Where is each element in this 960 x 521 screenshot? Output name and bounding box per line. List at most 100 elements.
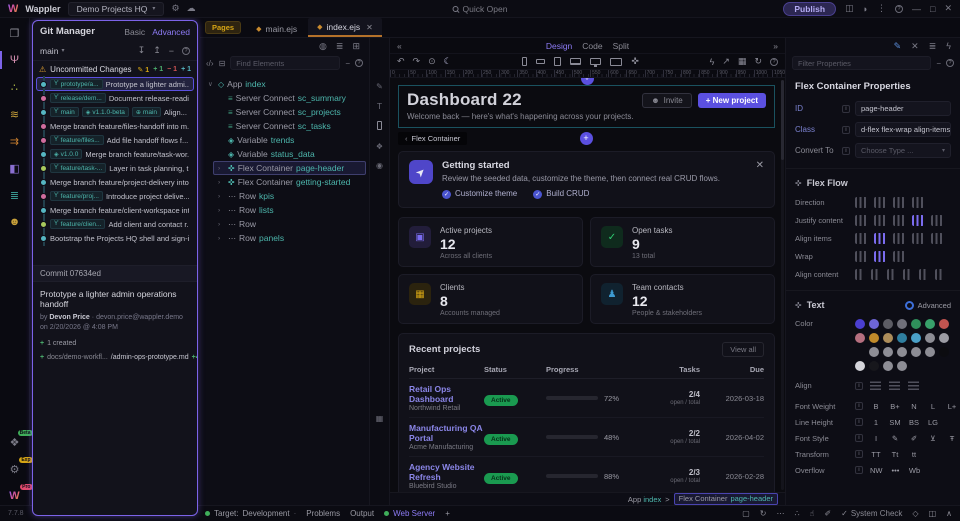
commit-row[interactable]: Merge branch feature/project-delivery in… (36, 175, 194, 189)
approve-icon[interactable]: ☝ (810, 509, 815, 518)
grid-handle-icon[interactable]: ▦ (376, 414, 384, 423)
git-help-icon[interactable]: ? (182, 47, 190, 55)
color-swatch[interactable] (911, 319, 921, 329)
view-mode-design[interactable]: Design (546, 41, 572, 51)
git-panel-icon[interactable]: Ψ (0, 51, 30, 69)
commit-row[interactable]: Merge branch feature/files-handoff into … (36, 119, 194, 133)
tv-icon[interactable] (610, 58, 622, 66)
add-panel-button[interactable]: + (445, 509, 450, 518)
design-icon[interactable]: ◧ (0, 159, 30, 177)
flex-option-button[interactable] (887, 269, 896, 280)
commit-row[interactable]: ϒfeature/clien...Add client and contact … (36, 217, 194, 231)
color-swatch[interactable] (925, 347, 935, 357)
tree-node[interactable]: ◈ Variabletrends (213, 133, 366, 147)
align-button[interactable] (870, 381, 881, 390)
project-row[interactable]: Retail Ops DashboardNorthwind Retail Act… (409, 379, 764, 418)
color-swatch[interactable] (897, 319, 907, 329)
color-swatch[interactable] (869, 347, 879, 357)
dark-mode-moon-icon[interactable]: ☾ (444, 56, 452, 67)
cloud-sync-icon[interactable]: ☁ (187, 3, 196, 14)
pages-panel-icon[interactable]: ❐ (0, 24, 30, 42)
color-swatch[interactable] (855, 361, 865, 371)
text-tool-icon[interactable]: T (377, 101, 382, 111)
inline-edit-icon[interactable]: ✎ (376, 82, 383, 91)
class-input[interactable]: d-flex flex-wrap align-items-center j (855, 122, 951, 137)
color-swatch[interactable] (897, 347, 907, 357)
mobile-landscape-icon[interactable] (536, 59, 545, 64)
tree-node[interactable]: ∨ ◇ Appindex (203, 77, 366, 91)
tablet-icon[interactable] (554, 57, 561, 66)
tree-node[interactable]: › ⋯ Rowkpis (213, 189, 366, 203)
option-button[interactable]: Ŧ (946, 434, 958, 443)
tree-node[interactable]: › ⋯ Row (213, 217, 366, 231)
option-button[interactable]: 1 (870, 418, 882, 427)
expander-icon[interactable]: › (218, 235, 225, 242)
color-swatch[interactable] (855, 319, 865, 329)
code-view-icon[interactable]: ‹/› (206, 59, 214, 68)
option-button[interactable]: TT (870, 450, 882, 459)
color-swatch[interactable] (883, 333, 893, 343)
flex-option-button[interactable] (893, 197, 905, 208)
ref-label[interactable]: ⊕main (132, 107, 161, 117)
color-swatch[interactable] (897, 361, 907, 371)
desktop-icon[interactable] (590, 58, 601, 65)
tree-node[interactable]: ◈ Variablestatus_data (213, 147, 366, 161)
settings-gear-icon[interactable]: ⚙ (171, 3, 179, 14)
git-pull-icon[interactable]: ↧ (138, 45, 146, 56)
option-button[interactable]: ⊻ (927, 434, 939, 443)
components-stack-icon[interactable]: ≣ (336, 41, 344, 51)
tree-node[interactable]: ≡ Server Connectsc_projects (213, 105, 366, 119)
quick-open-search[interactable]: Quick Open (453, 4, 508, 14)
extensions-icon[interactable]: ❖Beta (0, 433, 30, 451)
tree-view-icon[interactable]: ⊟ (219, 59, 226, 68)
color-swatch[interactable] (939, 319, 949, 329)
option-button[interactable]: L+ (946, 402, 958, 411)
column-header[interactable]: Tasks (654, 365, 700, 374)
flex-option-button[interactable] (903, 269, 912, 280)
tree-node[interactable]: › ✜ Flex Containerpage-header (213, 161, 366, 175)
column-header[interactable]: Progress (546, 365, 654, 374)
uncommitted-changes-row[interactable]: ⚠ Uncommitted Changes ✎ 1+ 1− 1+ 1 (33, 61, 197, 77)
column-header[interactable]: Project (409, 365, 484, 374)
dismiss-card-icon[interactable]: ✕ (756, 160, 764, 171)
flex-option-button[interactable] (855, 233, 867, 244)
new-project-button[interactable]: + New project (698, 93, 766, 108)
option-button[interactable]: NW (870, 466, 883, 475)
view-mode-split[interactable]: Split (613, 41, 630, 51)
color-swatch[interactable] (883, 347, 893, 357)
id-input[interactable]: page-header (855, 101, 951, 116)
check-item[interactable]: ✓Customize theme (442, 189, 517, 199)
color-swatch[interactable] (869, 361, 879, 371)
theme-icon[interactable]: ❖ (376, 142, 383, 151)
option-button[interactable]: LG (927, 418, 939, 427)
mobile-portrait-icon[interactable] (522, 57, 527, 66)
ref-label[interactable]: ◈v1.1.0-beta (82, 107, 129, 117)
flex-option-button[interactable] (919, 269, 928, 280)
tree-node[interactable]: › ✜ Flex Containergetting-started (213, 175, 366, 189)
commit-row[interactable]: ϒfeature/files...Add file handoff flows … (36, 133, 194, 147)
more-icon[interactable]: ⋯ (776, 509, 784, 518)
page-header-selection[interactable]: Dashboard 22 ☻Invite + New project Welco… (398, 85, 775, 128)
ref-label[interactable]: ϒfeature/clien... (50, 219, 105, 229)
layout-columns-icon[interactable]: ◫ (845, 3, 854, 14)
branch-selector[interactable]: main (40, 46, 58, 56)
reload-icon[interactable]: ↻ (760, 509, 767, 518)
close-icon[interactable]: ✕ (944, 3, 952, 14)
pages-badge[interactable]: Pages (205, 21, 241, 34)
color-swatch[interactable] (869, 333, 879, 343)
flex-option-button[interactable] (855, 215, 867, 226)
color-swatch[interactable] (939, 347, 949, 357)
dom-tree-icon[interactable]: ⊞ (352, 41, 360, 51)
invite-button[interactable]: ☻Invite (642, 93, 692, 108)
project-name[interactable]: Agency Website Refresh (409, 462, 484, 482)
option-button[interactable]: tt (908, 450, 920, 459)
color-swatch[interactable] (869, 319, 879, 329)
flex-option-button[interactable] (874, 251, 886, 262)
kebab-menu-icon[interactable]: ⋮ (877, 3, 886, 14)
color-swatch[interactable] (897, 333, 907, 343)
collapse-all-icon[interactable]: − (169, 46, 174, 56)
help-icon[interactable]: ? (895, 5, 903, 13)
ai-assistant-icon[interactable]: ☻ (0, 213, 30, 231)
expander-icon[interactable]: ∨ (208, 80, 215, 88)
option-button[interactable]: ✎ (889, 434, 901, 443)
